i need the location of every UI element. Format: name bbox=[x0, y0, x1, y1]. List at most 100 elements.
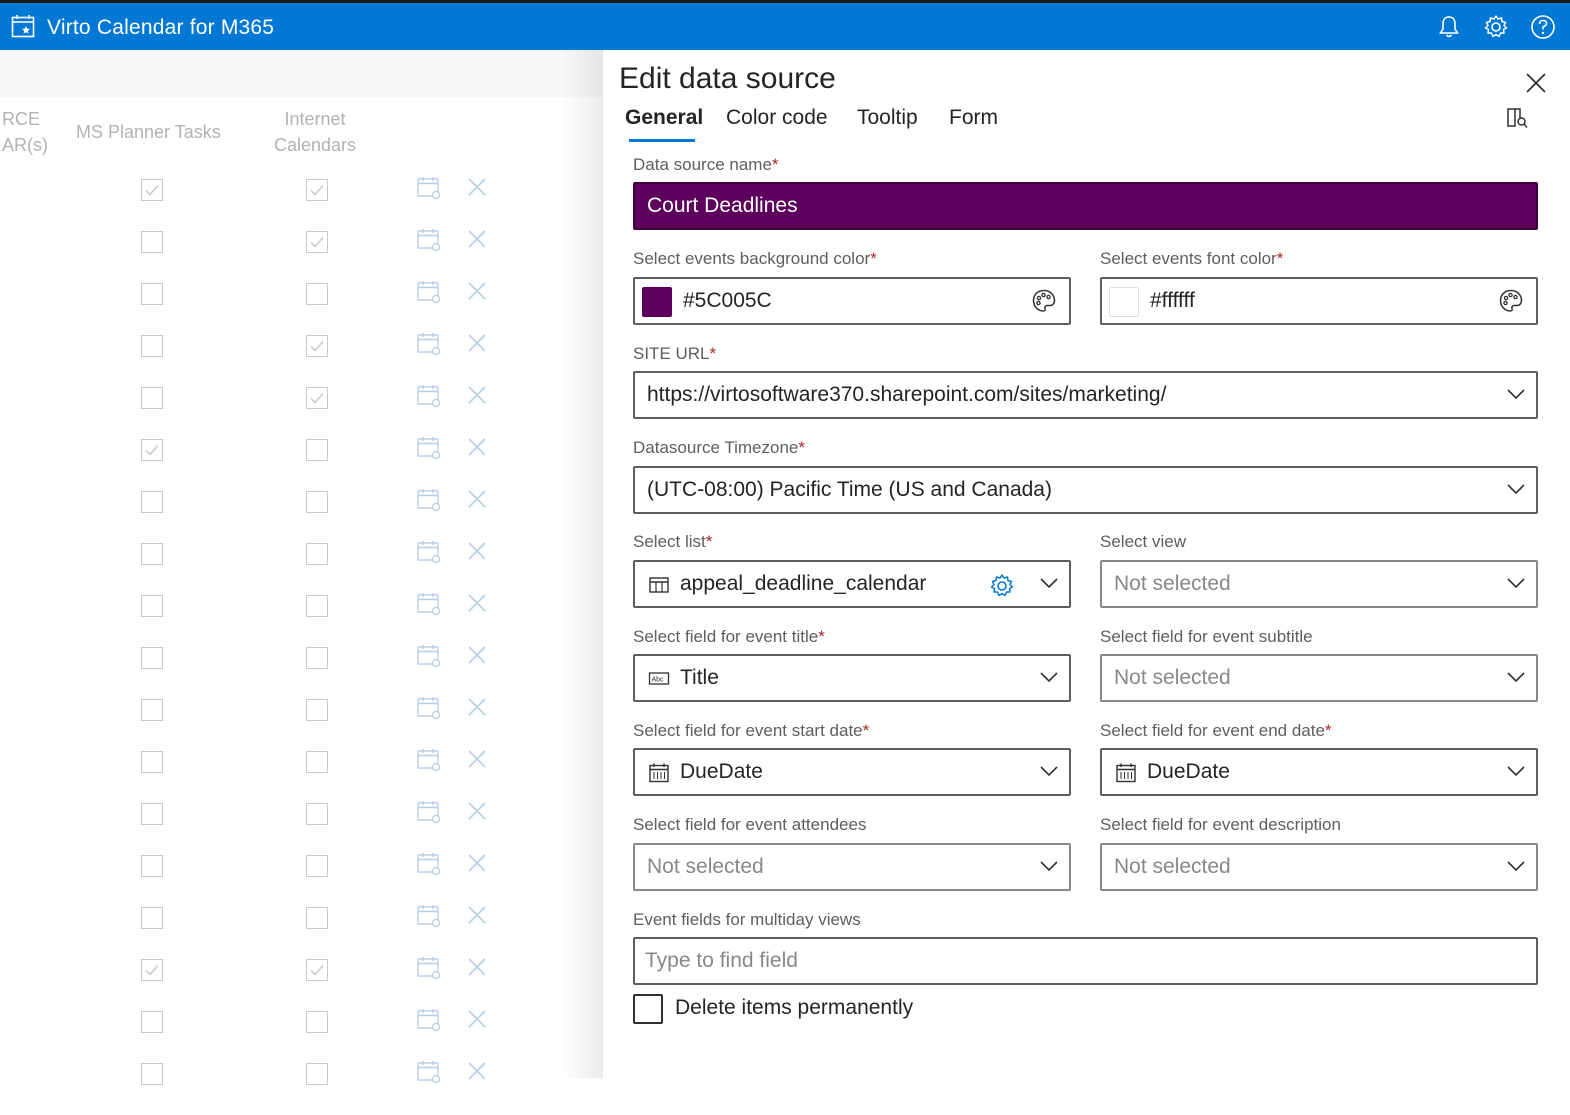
planner-checkbox[interactable] bbox=[141, 647, 163, 669]
internet-calendar-checkbox[interactable] bbox=[306, 855, 328, 877]
delete-icon[interactable] bbox=[466, 280, 488, 302]
planner-checkbox[interactable] bbox=[141, 387, 163, 409]
documentation-book-icon[interactable] bbox=[1505, 106, 1529, 130]
tab-general[interactable]: General bbox=[625, 106, 703, 130]
delete-icon[interactable] bbox=[466, 1008, 488, 1030]
select-list-dropdown[interactable]: appeal_deadline_calendar bbox=[633, 560, 1071, 608]
internet-calendar-checkbox[interactable] bbox=[306, 439, 328, 461]
delete-icon[interactable] bbox=[466, 176, 488, 198]
delete-icon[interactable] bbox=[466, 436, 488, 458]
delete-icon[interactable] bbox=[466, 228, 488, 250]
planner-checkbox[interactable] bbox=[141, 855, 163, 877]
timezone-dropdown[interactable]: (UTC-08:00) Pacific Time (US and Canada) bbox=[633, 466, 1538, 514]
event-end-dropdown[interactable]: DueDate bbox=[1100, 748, 1538, 796]
delete-icon[interactable] bbox=[466, 904, 488, 926]
notification-bell-icon[interactable] bbox=[1436, 14, 1462, 40]
data-source-name-input[interactable]: Court Deadlines bbox=[633, 182, 1538, 230]
event-subtitle-dropdown[interactable]: Not selected bbox=[1100, 654, 1538, 702]
delete-icon[interactable] bbox=[466, 644, 488, 666]
calendar-settings-icon[interactable] bbox=[416, 643, 442, 669]
bg-color-input[interactable]: #5C005C bbox=[633, 277, 1071, 325]
internet-calendar-checkbox[interactable] bbox=[306, 803, 328, 825]
site-url-label: SITE URL* bbox=[633, 344, 717, 363]
help-icon[interactable] bbox=[1530, 14, 1556, 40]
delete-icon[interactable] bbox=[466, 800, 488, 822]
internet-calendar-checkbox[interactable] bbox=[306, 595, 328, 617]
tab-form[interactable]: Form bbox=[949, 106, 998, 130]
calendar-settings-icon[interactable] bbox=[416, 539, 442, 565]
calendar-settings-icon[interactable] bbox=[416, 487, 442, 513]
calendar-settings-icon[interactable] bbox=[416, 799, 442, 825]
internet-calendar-checkbox[interactable] bbox=[306, 335, 328, 357]
internet-calendar-checkbox[interactable] bbox=[306, 231, 328, 253]
calendar-settings-icon[interactable] bbox=[416, 851, 442, 877]
calendar-settings-icon[interactable] bbox=[416, 747, 442, 773]
calendar-settings-icon[interactable] bbox=[416, 1007, 442, 1033]
delete-icon[interactable] bbox=[466, 488, 488, 510]
planner-checkbox[interactable] bbox=[141, 595, 163, 617]
internet-calendar-checkbox[interactable] bbox=[306, 751, 328, 773]
planner-checkbox[interactable] bbox=[141, 907, 163, 929]
planner-checkbox[interactable] bbox=[141, 543, 163, 565]
calendar-settings-icon[interactable] bbox=[416, 903, 442, 929]
delete-icon[interactable] bbox=[466, 852, 488, 874]
palette-icon[interactable] bbox=[1498, 288, 1524, 314]
calendar-settings-icon[interactable] bbox=[416, 175, 442, 201]
planner-checkbox[interactable] bbox=[141, 803, 163, 825]
planner-checkbox[interactable] bbox=[141, 699, 163, 721]
event-title-dropdown[interactable]: Abc Title bbox=[633, 654, 1071, 702]
planner-checkbox[interactable] bbox=[141, 1011, 163, 1033]
internet-calendar-checkbox[interactable] bbox=[306, 179, 328, 201]
calendar-settings-icon[interactable] bbox=[416, 383, 442, 409]
select-view-dropdown[interactable]: Not selected bbox=[1100, 560, 1538, 608]
event-start-dropdown[interactable]: DueDate bbox=[633, 748, 1071, 796]
font-color-input[interactable]: #ffffff bbox=[1100, 277, 1538, 325]
delete-icon[interactable] bbox=[466, 384, 488, 406]
planner-checkbox[interactable] bbox=[141, 959, 163, 981]
palette-icon[interactable] bbox=[1031, 288, 1057, 314]
event-description-dropdown[interactable]: Not selected bbox=[1100, 843, 1538, 891]
planner-checkbox[interactable] bbox=[141, 751, 163, 773]
internet-calendar-checkbox[interactable] bbox=[306, 959, 328, 981]
internet-calendar-checkbox[interactable] bbox=[306, 543, 328, 565]
event-attendees-dropdown[interactable]: Not selected bbox=[633, 843, 1071, 891]
planner-checkbox[interactable] bbox=[141, 283, 163, 305]
planner-checkbox[interactable] bbox=[141, 179, 163, 201]
internet-calendar-checkbox[interactable] bbox=[306, 491, 328, 513]
close-icon[interactable] bbox=[1523, 70, 1549, 96]
site-url-dropdown[interactable]: https://virtosoftware370.sharepoint.com/… bbox=[633, 371, 1538, 419]
internet-calendar-checkbox[interactable] bbox=[306, 1011, 328, 1033]
calendar-settings-icon[interactable] bbox=[416, 695, 442, 721]
planner-checkbox[interactable] bbox=[141, 335, 163, 357]
planner-checkbox[interactable] bbox=[141, 1063, 163, 1085]
delete-permanently-checkbox[interactable] bbox=[633, 994, 663, 1024]
internet-calendar-checkbox[interactable] bbox=[306, 283, 328, 305]
settings-gear-icon[interactable] bbox=[1483, 14, 1509, 40]
delete-icon[interactable] bbox=[466, 592, 488, 614]
delete-icon[interactable] bbox=[466, 540, 488, 562]
delete-icon[interactable] bbox=[466, 332, 488, 354]
calendar-settings-icon[interactable] bbox=[416, 227, 442, 253]
internet-calendar-checkbox[interactable] bbox=[306, 387, 328, 409]
delete-icon[interactable] bbox=[466, 748, 488, 770]
calendar-settings-icon[interactable] bbox=[416, 279, 442, 305]
planner-checkbox[interactable] bbox=[141, 231, 163, 253]
delete-icon[interactable] bbox=[466, 696, 488, 718]
calendar-settings-icon[interactable] bbox=[416, 955, 442, 981]
calendar-settings-icon[interactable] bbox=[416, 435, 442, 461]
internet-calendar-checkbox[interactable] bbox=[306, 1063, 328, 1085]
calendar-settings-icon[interactable] bbox=[416, 591, 442, 617]
internet-calendar-checkbox[interactable] bbox=[306, 647, 328, 669]
tab-color-code[interactable]: Color code bbox=[726, 106, 828, 130]
multiday-fields-input[interactable]: Type to find field bbox=[633, 937, 1538, 985]
calendar-settings-icon[interactable] bbox=[416, 331, 442, 357]
list-settings-icon[interactable] bbox=[989, 573, 1015, 599]
tab-tooltip[interactable]: Tooltip bbox=[857, 106, 918, 130]
planner-checkbox[interactable] bbox=[141, 439, 163, 461]
internet-calendar-checkbox[interactable] bbox=[306, 699, 328, 721]
calendar-settings-icon[interactable] bbox=[416, 1059, 442, 1085]
delete-icon[interactable] bbox=[466, 956, 488, 978]
internet-calendar-checkbox[interactable] bbox=[306, 907, 328, 929]
delete-icon[interactable] bbox=[466, 1060, 488, 1082]
planner-checkbox[interactable] bbox=[141, 491, 163, 513]
